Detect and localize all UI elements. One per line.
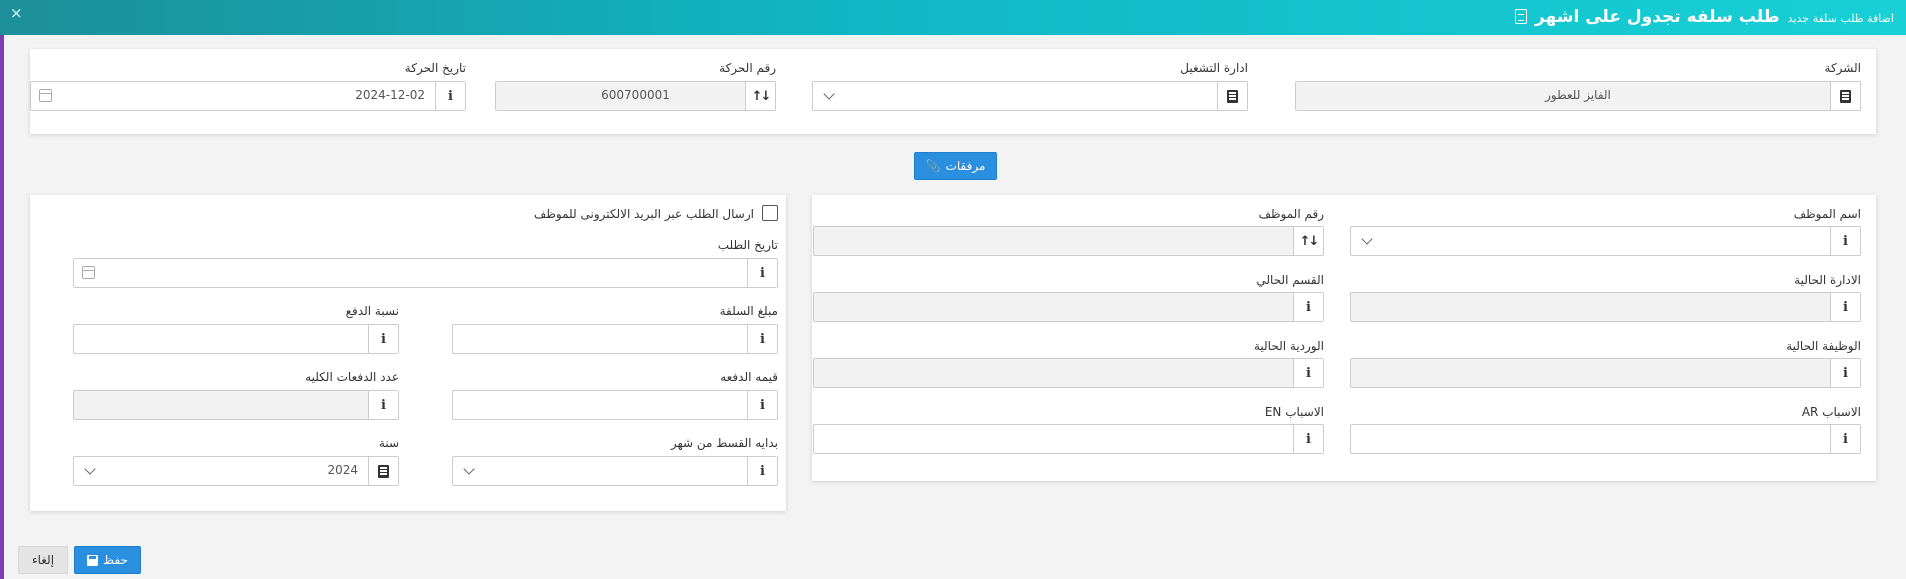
calendar-icon[interactable] (82, 266, 95, 279)
movement-number-label: رقم الحركة (719, 61, 776, 75)
info-icon: i (1293, 359, 1323, 387)
year-label: سنة (378, 436, 399, 450)
save-label: حفظ (103, 553, 128, 567)
info-icon: i (747, 457, 777, 485)
attachments-button[interactable]: 📎 مرفقات (914, 152, 997, 180)
info-icon: i (368, 325, 398, 353)
dialog-title: طلب سلفه تجدول على اشهر (1534, 7, 1780, 27)
employee-name-select[interactable]: i (1350, 226, 1861, 256)
chevron-down-icon[interactable] (823, 88, 835, 100)
building-icon (1217, 82, 1247, 110)
employee-number-label: رقم الموظف (1258, 207, 1324, 221)
info-icon: i (1293, 293, 1323, 321)
current-department-field[interactable]: i (1350, 292, 1861, 322)
total-payments-label: عدد الدفعات الكليه (305, 370, 399, 384)
reasons-ar-input[interactable]: i (1350, 424, 1861, 454)
info-icon: i (1830, 293, 1860, 321)
start-month-label: بدايه القسط من شهر (670, 436, 778, 450)
info-icon: i (747, 391, 777, 419)
building-icon (368, 457, 398, 485)
info-icon: i (747, 325, 777, 353)
building-icon (1830, 82, 1860, 110)
loan-amount-input[interactable]: i (452, 324, 778, 354)
year-select[interactable]: 2024 (73, 456, 399, 486)
movement-date-label: تاريخ الحركة (404, 61, 466, 75)
info-icon: i (368, 391, 398, 419)
reasons-en-label: الاسباب EN (1264, 405, 1324, 419)
total-payments-field[interactable]: i (73, 390, 399, 420)
current-section-label: القسم الحالي (1256, 273, 1324, 287)
sort-icon: ↓↑ (745, 82, 775, 110)
dialog-subtitle: اضافة طلب سلفة جديد (1787, 12, 1894, 25)
company-field[interactable]: الفايز للعطور (1295, 81, 1861, 111)
info-icon: i (1293, 425, 1323, 453)
save-icon (87, 554, 99, 566)
attachments-label: مرفقات (945, 159, 986, 173)
installment-value-input[interactable]: i (452, 390, 778, 420)
info-icon: i (1830, 425, 1860, 453)
request-date-label: تاريخ الطلب (717, 238, 778, 252)
cancel-label: إلغاء (31, 553, 55, 567)
current-job-field[interactable]: i (1350, 358, 1861, 388)
payment-ratio-label: نسبة الدفع (345, 304, 399, 318)
payment-ratio-input[interactable]: i (73, 324, 399, 354)
info-icon: i (747, 259, 777, 287)
reasons-en-input[interactable]: i (813, 424, 1324, 454)
employee-name-label: اسم الموظف (1793, 207, 1861, 221)
current-section-field[interactable]: i (813, 292, 1324, 322)
info-icon: i (1830, 227, 1860, 255)
top-panel: الشركة الفايز للعطور ادارة التشغيل رقم ا… (30, 49, 1876, 134)
current-job-label: الوظيفة الحالية (1786, 339, 1861, 353)
movement-number-value: 600700001 (601, 88, 670, 102)
dialog-title-group: طلب سلفه تجدول على اشهر اضافة طلب سلفة ج… (1514, 7, 1894, 27)
email-checkbox-label: ارسال الطلب عبر البريد الالكترونى للموظف (533, 207, 754, 221)
installment-value-label: قيمه الدفعه (720, 370, 778, 384)
chevron-down-icon[interactable] (84, 463, 96, 475)
movement-date-field[interactable]: i 2024-12-02 (30, 81, 466, 111)
document-icon (1514, 9, 1527, 24)
employee-panel: اسم الموظف i رقم الموظف ↓↑ الادارة الحال… (812, 195, 1876, 481)
current-department-label: الادارة الحالية (1794, 273, 1861, 287)
operations-label: ادارة التشغيل (1180, 61, 1248, 75)
dialog-header: × طلب سلفه تجدول على اشهر اضافة طلب سلفة… (0, 0, 1906, 35)
movement-number-field[interactable]: ↓↑ 600700001 (495, 81, 776, 111)
email-checkbox[interactable] (762, 205, 778, 221)
save-button[interactable]: حفظ (74, 546, 141, 574)
info-icon: i (435, 82, 465, 110)
request-panel: ارسال الطلب عبر البريد الالكترونى للموظف… (30, 195, 786, 511)
paperclip-icon: 📎 (925, 159, 941, 173)
company-label: الشركة (1824, 61, 1861, 75)
current-shift-label: الوردية الحالية (1253, 339, 1324, 353)
left-accent-strip (0, 0, 4, 579)
cancel-button[interactable]: إلغاء (18, 546, 68, 574)
sort-icon: ↓↑ (1293, 227, 1323, 255)
operations-select[interactable] (812, 81, 1248, 111)
calendar-icon[interactable] (39, 89, 52, 102)
loan-amount-label: مبلغ السلفة (719, 304, 778, 318)
company-value: الفايز للعطور (1545, 88, 1611, 102)
current-shift-field[interactable]: i (813, 358, 1324, 388)
chevron-down-icon[interactable] (463, 463, 475, 475)
employee-number-field[interactable]: ↓↑ (813, 226, 1324, 256)
chevron-down-icon[interactable] (1361, 233, 1373, 245)
start-month-select[interactable]: i (452, 456, 778, 486)
request-date-field[interactable]: i (73, 258, 778, 288)
movement-date-value: 2024-12-02 (355, 88, 425, 102)
close-icon[interactable]: × (10, 5, 23, 21)
year-value: 2024 (327, 463, 358, 477)
info-icon: i (1830, 359, 1860, 387)
reasons-ar-label: الاسباب AR (1801, 405, 1861, 419)
